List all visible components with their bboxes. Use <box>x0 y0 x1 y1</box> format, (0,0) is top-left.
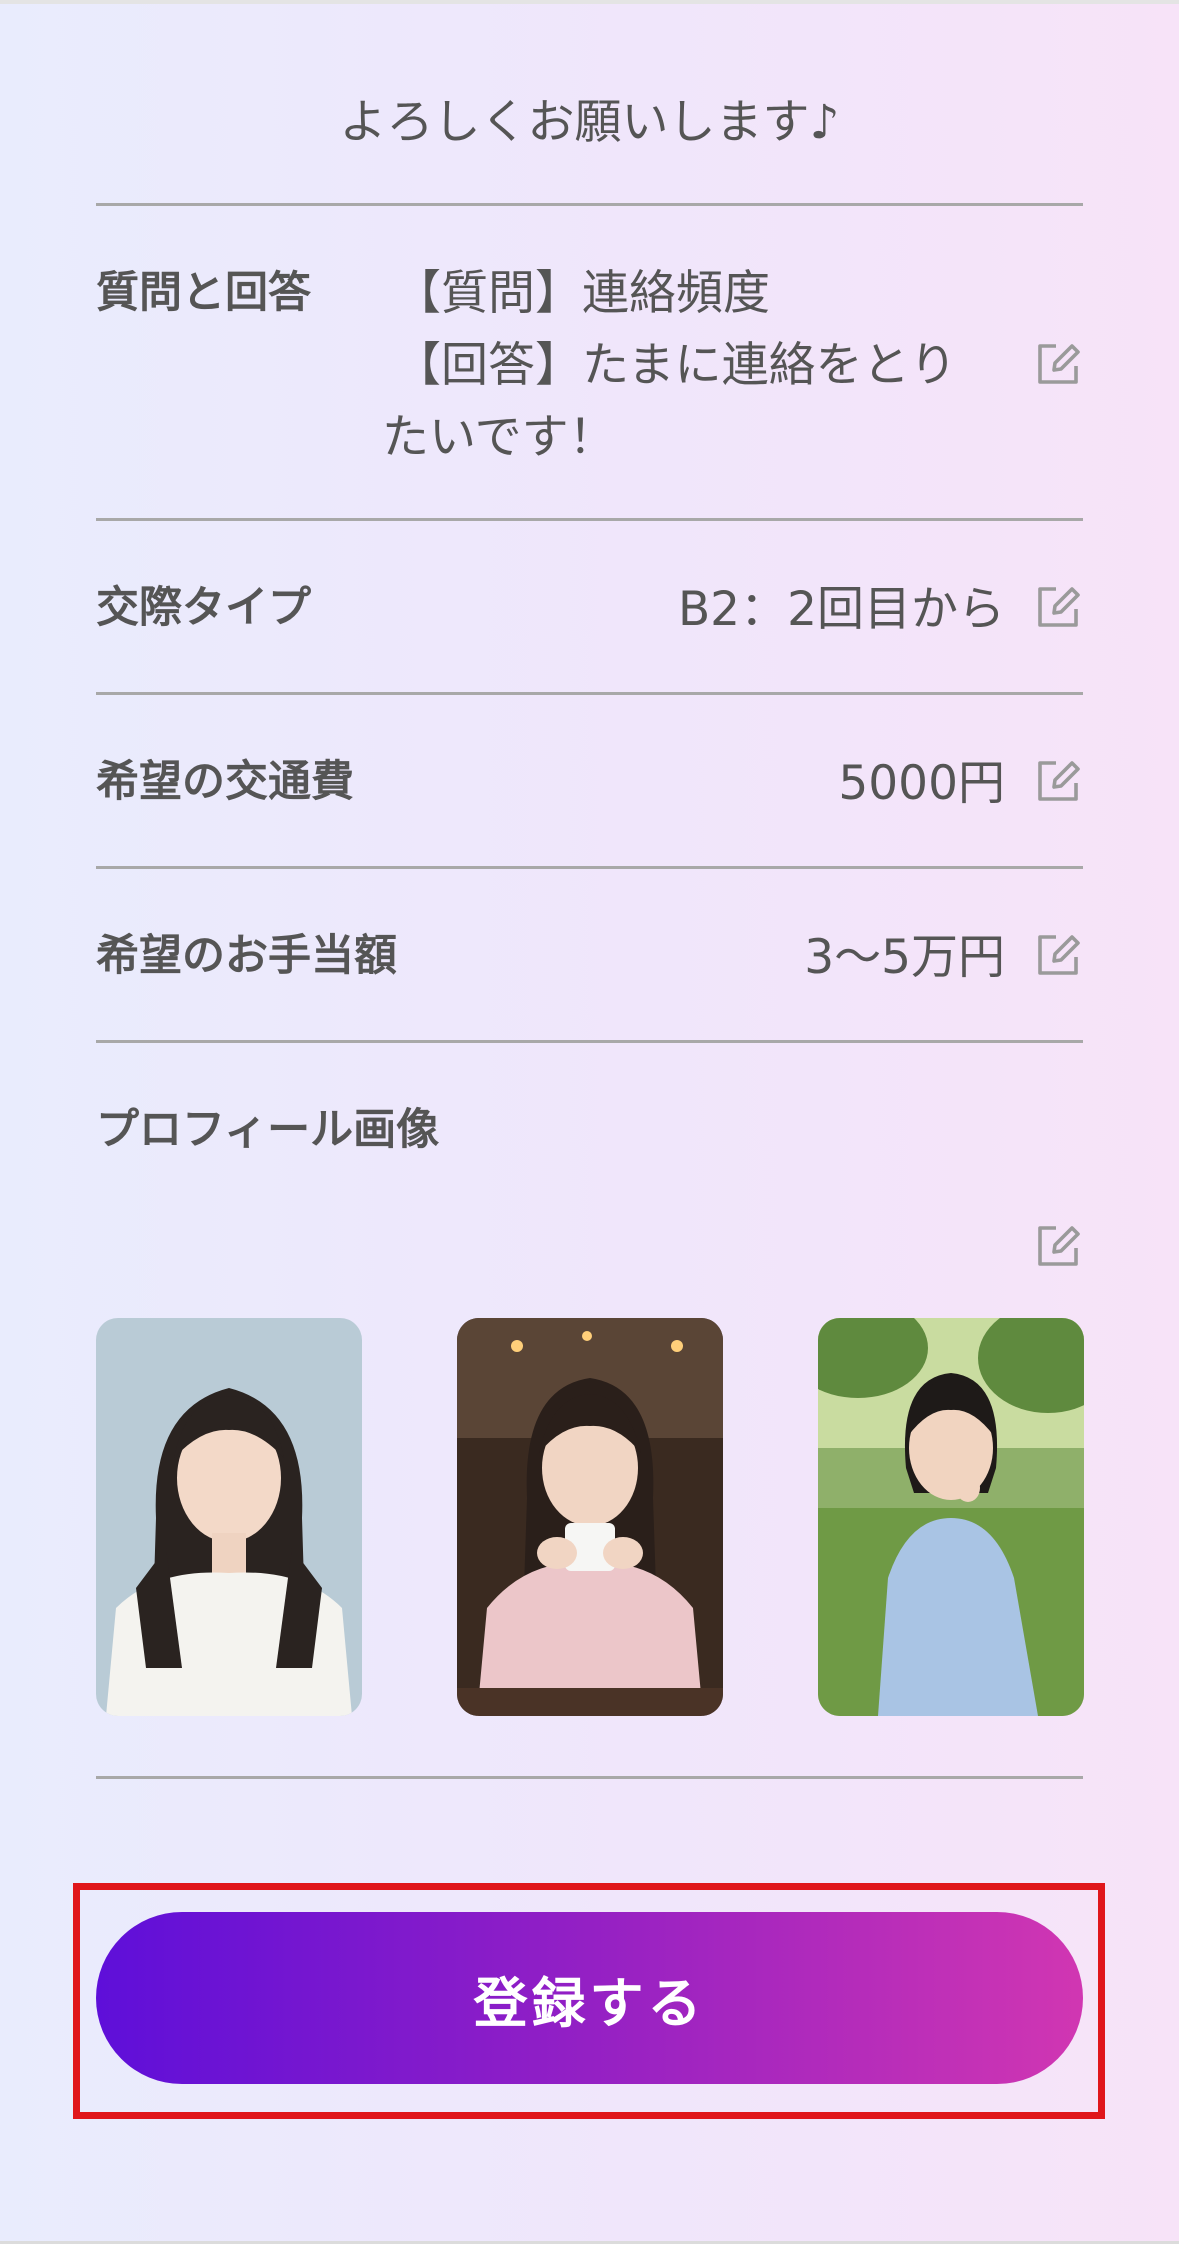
edit-transport-fee-button[interactable] <box>1034 757 1082 805</box>
pencil-square-icon <box>1038 344 1080 384</box>
profile-confirm-screen: よろしくお願いします♪ 質問と回答 【質問】連絡頻度 【回答】たまに連絡をとり … <box>0 0 1179 2244</box>
qa-question: 【質問】連絡頻度 <box>394 266 770 321</box>
qa-answer-line2: たいです！ <box>382 410 616 465</box>
profile-photo-1[interactable] <box>96 1318 362 1716</box>
divider <box>96 1040 1083 1043</box>
profile-images-label: プロフィール画像 <box>96 1105 440 1155</box>
divider <box>96 518 1083 521</box>
pencil-square-icon <box>1038 1226 1080 1266</box>
divider <box>96 692 1083 695</box>
qa-answer-line1: 【回答】たまに連絡をとり <box>394 338 957 393</box>
divider <box>96 866 1083 869</box>
divider <box>96 1776 1083 1779</box>
relationship-type-value: B2：2回目から <box>677 582 1005 637</box>
edit-relationship-type-button[interactable] <box>1034 583 1082 631</box>
edit-qa-button[interactable] <box>1034 340 1082 388</box>
allowance-value: 3〜5万円 <box>804 930 1005 985</box>
profile-photo-2[interactable] <box>457 1318 723 1716</box>
pencil-square-icon <box>1038 587 1080 627</box>
register-button[interactable]: 登録する <box>96 1912 1083 2084</box>
transport-fee-label: 希望の交通費 <box>96 757 354 807</box>
pencil-square-icon <box>1038 935 1080 975</box>
pencil-square-icon <box>1038 761 1080 801</box>
allowance-label: 希望のお手当額 <box>96 931 397 981</box>
portrait-photo <box>457 1318 723 1716</box>
edit-profile-images-button[interactable] <box>1034 1222 1082 1270</box>
top-divider <box>0 0 1179 4</box>
portrait-photo <box>96 1318 362 1716</box>
transport-fee-value: 5000円 <box>838 756 1005 811</box>
qa-content: 【質問】連絡頻度 【回答】たまに連絡をとり たいです！ <box>382 258 984 474</box>
qa-label: 質問と回答 <box>96 268 311 318</box>
relationship-type-label: 交際タイプ <box>96 583 311 633</box>
self-introduction-text: よろしくお願いします♪ <box>339 95 840 150</box>
profile-photo-3[interactable] <box>818 1318 1084 1716</box>
portrait-photo <box>818 1318 1084 1716</box>
edit-allowance-button[interactable] <box>1034 931 1082 979</box>
divider <box>96 203 1083 206</box>
